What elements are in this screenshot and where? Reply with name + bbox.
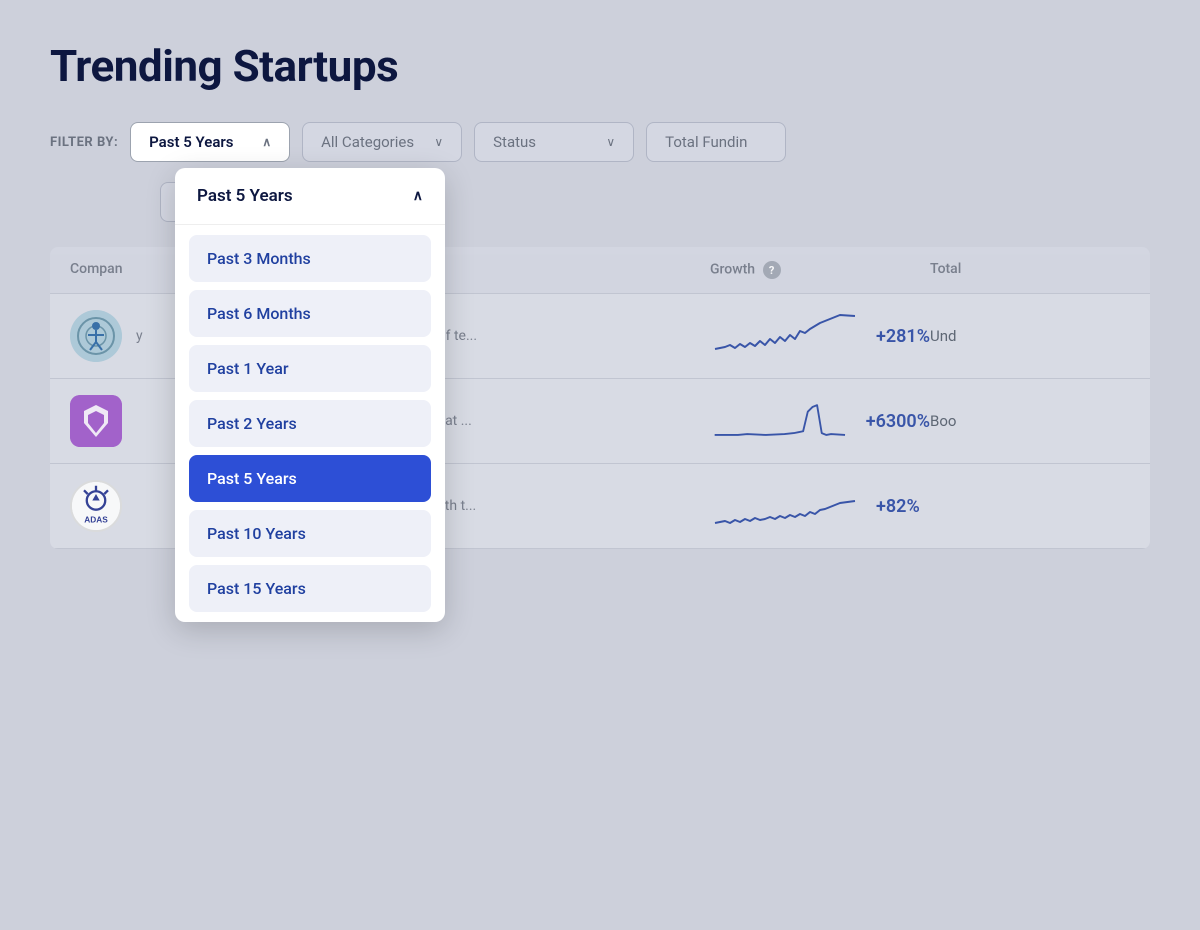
- time-range-label: Past 5 Years: [149, 133, 233, 151]
- funding-cell: Und: [930, 327, 1130, 345]
- company-logo: ADAS: [70, 480, 122, 532]
- growth-chart: [710, 311, 860, 361]
- funding-cell: Boo: [930, 412, 1130, 430]
- company-desc: y: [136, 328, 143, 344]
- status-dropdown[interactable]: Status ∨: [474, 122, 634, 162]
- growth-percentage: +6300%: [866, 411, 930, 432]
- company-logo: [70, 310, 122, 362]
- page-title: Trending Startups: [50, 40, 1150, 92]
- categories-dropdown[interactable]: All Categories ∨: [302, 122, 462, 162]
- growth-cell: +82%: [710, 481, 930, 531]
- dropdown-item-past-2-years[interactable]: Past 2 Years: [189, 400, 431, 447]
- dropdown-item-past-1-year[interactable]: Past 1 Year: [189, 345, 431, 392]
- categories-label: All Categories: [321, 133, 414, 151]
- chevron-up-icon: ∧: [262, 135, 271, 149]
- growth-chart: [710, 396, 850, 446]
- dropdown-item-past-15-years[interactable]: Past 15 Years: [189, 565, 431, 612]
- funding-dropdown[interactable]: Total Fundin: [646, 122, 786, 162]
- growth-chart: [710, 481, 860, 531]
- growth-percentage: +82%: [876, 496, 920, 517]
- dropdown-item-past-3-months[interactable]: Past 3 Months: [189, 235, 431, 282]
- growth-cell: +6300%: [710, 396, 930, 446]
- dropdown-item-past-5-years[interactable]: Past 5 Years: [189, 455, 431, 502]
- filter-label: FILTER BY:: [50, 135, 118, 150]
- dropdown-header-label: Past 5 Years: [197, 186, 293, 206]
- dropdown-list: Past 3 Months Past 6 Months Past 1 Year …: [175, 225, 445, 622]
- status-label: Status: [493, 133, 536, 151]
- growth-help-icon[interactable]: ?: [763, 261, 781, 279]
- chevron-down-icon: ∨: [606, 135, 615, 149]
- growth-header: Growth ?: [710, 261, 930, 279]
- funding-header: Total: [930, 261, 1130, 279]
- funding-label: Total Fundin: [665, 133, 747, 151]
- svg-text:ADAS: ADAS: [84, 515, 108, 525]
- dropdown-item-past-10-years[interactable]: Past 10 Years: [189, 510, 431, 557]
- dropdown-item-past-6-months[interactable]: Past 6 Months: [189, 290, 431, 337]
- growth-cell: +281%: [710, 311, 930, 361]
- time-range-dropdown[interactable]: Past 5 Years ∧: [130, 122, 290, 162]
- dropdown-header: Past 5 Years ∧: [175, 168, 445, 225]
- growth-percentage: +281%: [876, 326, 930, 347]
- company-logo: [70, 395, 122, 447]
- chevron-down-icon: ∨: [434, 135, 443, 149]
- time-range-dropdown-menu: Past 5 Years ∧ Past 3 Months Past 6 Mont…: [175, 168, 445, 622]
- dropdown-close-icon[interactable]: ∧: [413, 188, 423, 204]
